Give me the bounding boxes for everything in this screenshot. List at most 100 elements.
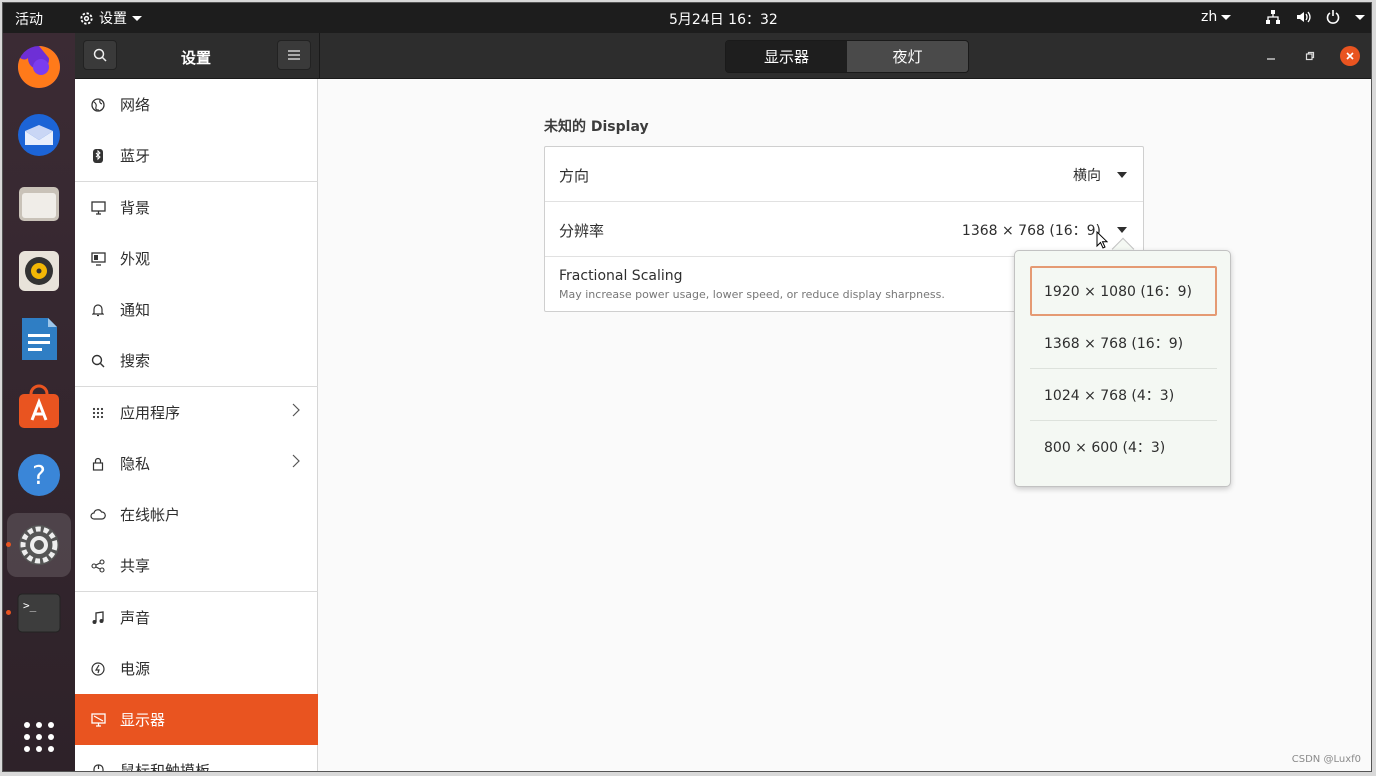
- sidebar-item-displays[interactable]: 显示器: [75, 694, 318, 745]
- mouse-pointer-icon: [1096, 231, 1108, 249]
- rhythmbox-icon[interactable]: [13, 245, 65, 297]
- sidebar-item-label: 鼠标和触摸板: [120, 762, 211, 772]
- close-button[interactable]: [1340, 46, 1360, 66]
- grid-icon: [90, 405, 106, 421]
- show-apps-icon[interactable]: [13, 711, 65, 763]
- chevron-right-icon: [292, 403, 300, 421]
- sidebar-item-network[interactable]: 网络: [75, 79, 318, 130]
- thunderbird-icon[interactable]: [13, 109, 65, 161]
- chevron-down-icon: [1355, 14, 1365, 20]
- orientation-value: 横向: [1073, 168, 1101, 184]
- resolution-label: 分辨率: [559, 222, 605, 240]
- watermark: CSDN @Luxf0: [1291, 754, 1361, 765]
- dropdown-arrow-icon: [1117, 172, 1127, 178]
- sidebar-item-label: 电源: [120, 660, 151, 678]
- share-icon: [90, 558, 106, 574]
- settings-icon[interactable]: [7, 513, 71, 577]
- sidebar-item-label: 蓝牙: [120, 147, 151, 165]
- writer-icon[interactable]: [13, 313, 65, 365]
- sidebar-item-background[interactable]: 背景: [75, 182, 318, 233]
- sidebar-item-label: 外观: [120, 250, 151, 268]
- sidebar-item-bluetooth[interactable]: 蓝牙: [75, 130, 318, 181]
- sidebar-item-label: 搜索: [120, 352, 151, 370]
- sidebar-item-online-accounts[interactable]: 在线帐户: [75, 489, 318, 540]
- app-menu[interactable]: 设置: [79, 8, 142, 28]
- resolution-row[interactable]: 分辨率 1368 × 768 (16：9): [545, 202, 1143, 257]
- lang-label: zh: [1201, 9, 1218, 25]
- resolution-value: 1368 × 768 (16：9): [961, 223, 1101, 239]
- sidebar-title: 设置: [181, 49, 212, 67]
- sidebar-item-appearance[interactable]: 外观: [75, 233, 318, 284]
- minimize-button[interactable]: [1261, 46, 1281, 66]
- tab-display[interactable]: 显示器: [726, 41, 847, 72]
- fractional-scaling-description: May increase power usage, lower speed, o…: [559, 288, 945, 301]
- running-indicator: [6, 542, 11, 547]
- sidebar-item-label: 声音: [120, 609, 151, 627]
- dropdown-arrow-icon: [1117, 227, 1127, 233]
- power-icon: [1326, 10, 1340, 24]
- header-bar: 设置 显示器 夜灯: [75, 33, 1371, 79]
- resolution-popover: 1920 × 1080 (16：9) 1368 × 768 (16：9) 102…: [1014, 250, 1231, 487]
- resolution-option[interactable]: 1024 × 768 (4：3): [1030, 370, 1217, 420]
- sidebar-item-sound[interactable]: 声音: [75, 592, 318, 643]
- top-bar: 活动 设置 5月24日 16：32 zh: [3, 3, 1371, 33]
- sidebar-item-label: 网络: [120, 96, 151, 114]
- music-icon: [90, 610, 106, 626]
- appearance-icon: [90, 251, 106, 267]
- tab-night-light[interactable]: 夜灯: [847, 41, 968, 72]
- sidebar-item-label: 背景: [120, 199, 151, 217]
- globe-icon: [90, 97, 106, 113]
- software-center-icon[interactable]: [13, 381, 65, 433]
- sidebar-item-privacy[interactable]: 隐私: [75, 438, 318, 489]
- resolution-option[interactable]: 1920 × 1080 (16：9): [1030, 266, 1217, 316]
- lock-icon: [90, 456, 106, 472]
- orientation-row[interactable]: 方向 横向: [545, 147, 1143, 202]
- sidebar-item-applications[interactable]: 应用程序: [75, 387, 318, 438]
- terminal-icon[interactable]: >_: [13, 587, 65, 639]
- sidebar-item-notifications[interactable]: 通知: [75, 284, 318, 335]
- sidebar-item-power[interactable]: 电源: [75, 643, 318, 694]
- menu-button[interactable]: [277, 40, 311, 70]
- divider: [1030, 368, 1217, 369]
- sidebar-item-sharing[interactable]: 共享: [75, 540, 318, 591]
- sidebar-item-search[interactable]: 搜索: [75, 335, 318, 386]
- svg-text:>_: >_: [23, 599, 37, 612]
- sidebar-item-label: 通知: [120, 301, 151, 319]
- sidebar: 网络 蓝牙 背景 外观 通知 搜索 应用程序 隐私 在线帐户 共享 声音 电源 …: [75, 79, 318, 772]
- dock: ? >_: [3, 33, 75, 771]
- chevron-right-icon: [292, 454, 300, 472]
- monitor-icon: [90, 200, 106, 216]
- hamburger-icon: [288, 50, 300, 60]
- power-icon: [90, 661, 106, 677]
- app-menu-label: 设置: [99, 11, 127, 27]
- resolution-option[interactable]: 1368 × 768 (16：9): [1030, 318, 1217, 368]
- search-icon: [93, 48, 107, 62]
- view-switcher: 显示器 夜灯: [725, 40, 969, 73]
- sidebar-item-label: 显示器: [120, 711, 166, 729]
- display-icon: [90, 712, 106, 728]
- restore-icon: [1305, 51, 1315, 61]
- chevron-down-icon: [1221, 14, 1232, 20]
- sidebar-item-label: 在线帐户: [120, 506, 181, 524]
- resolution-option[interactable]: 800 × 600 (4：3): [1030, 422, 1217, 472]
- fractional-scaling-label: Fractional Scaling: [559, 268, 683, 284]
- files-icon[interactable]: [13, 177, 65, 229]
- help-icon[interactable]: ?: [13, 449, 65, 501]
- search-button[interactable]: [83, 40, 117, 70]
- sidebar-item-mouse[interactable]: 鼠标和触摸板: [75, 745, 318, 772]
- system-menu[interactable]: [1265, 9, 1365, 25]
- search-icon: [90, 353, 106, 369]
- display-name: 未知的 Display: [544, 119, 649, 135]
- cloud-icon: [90, 507, 106, 523]
- activities-button[interactable]: 活动: [15, 9, 43, 29]
- bluetooth-icon: [90, 148, 106, 164]
- header-divider: [319, 33, 320, 79]
- clock[interactable]: 5月24日 16：32: [669, 9, 778, 29]
- gear-icon: [80, 11, 93, 25]
- mouse-icon: [90, 763, 106, 771]
- input-method[interactable]: zh: [1201, 9, 1232, 25]
- maximize-button[interactable]: [1300, 46, 1320, 66]
- sidebar-item-label: 隐私: [120, 455, 151, 473]
- firefox-icon[interactable]: [13, 41, 65, 93]
- orientation-label: 方向: [559, 167, 590, 185]
